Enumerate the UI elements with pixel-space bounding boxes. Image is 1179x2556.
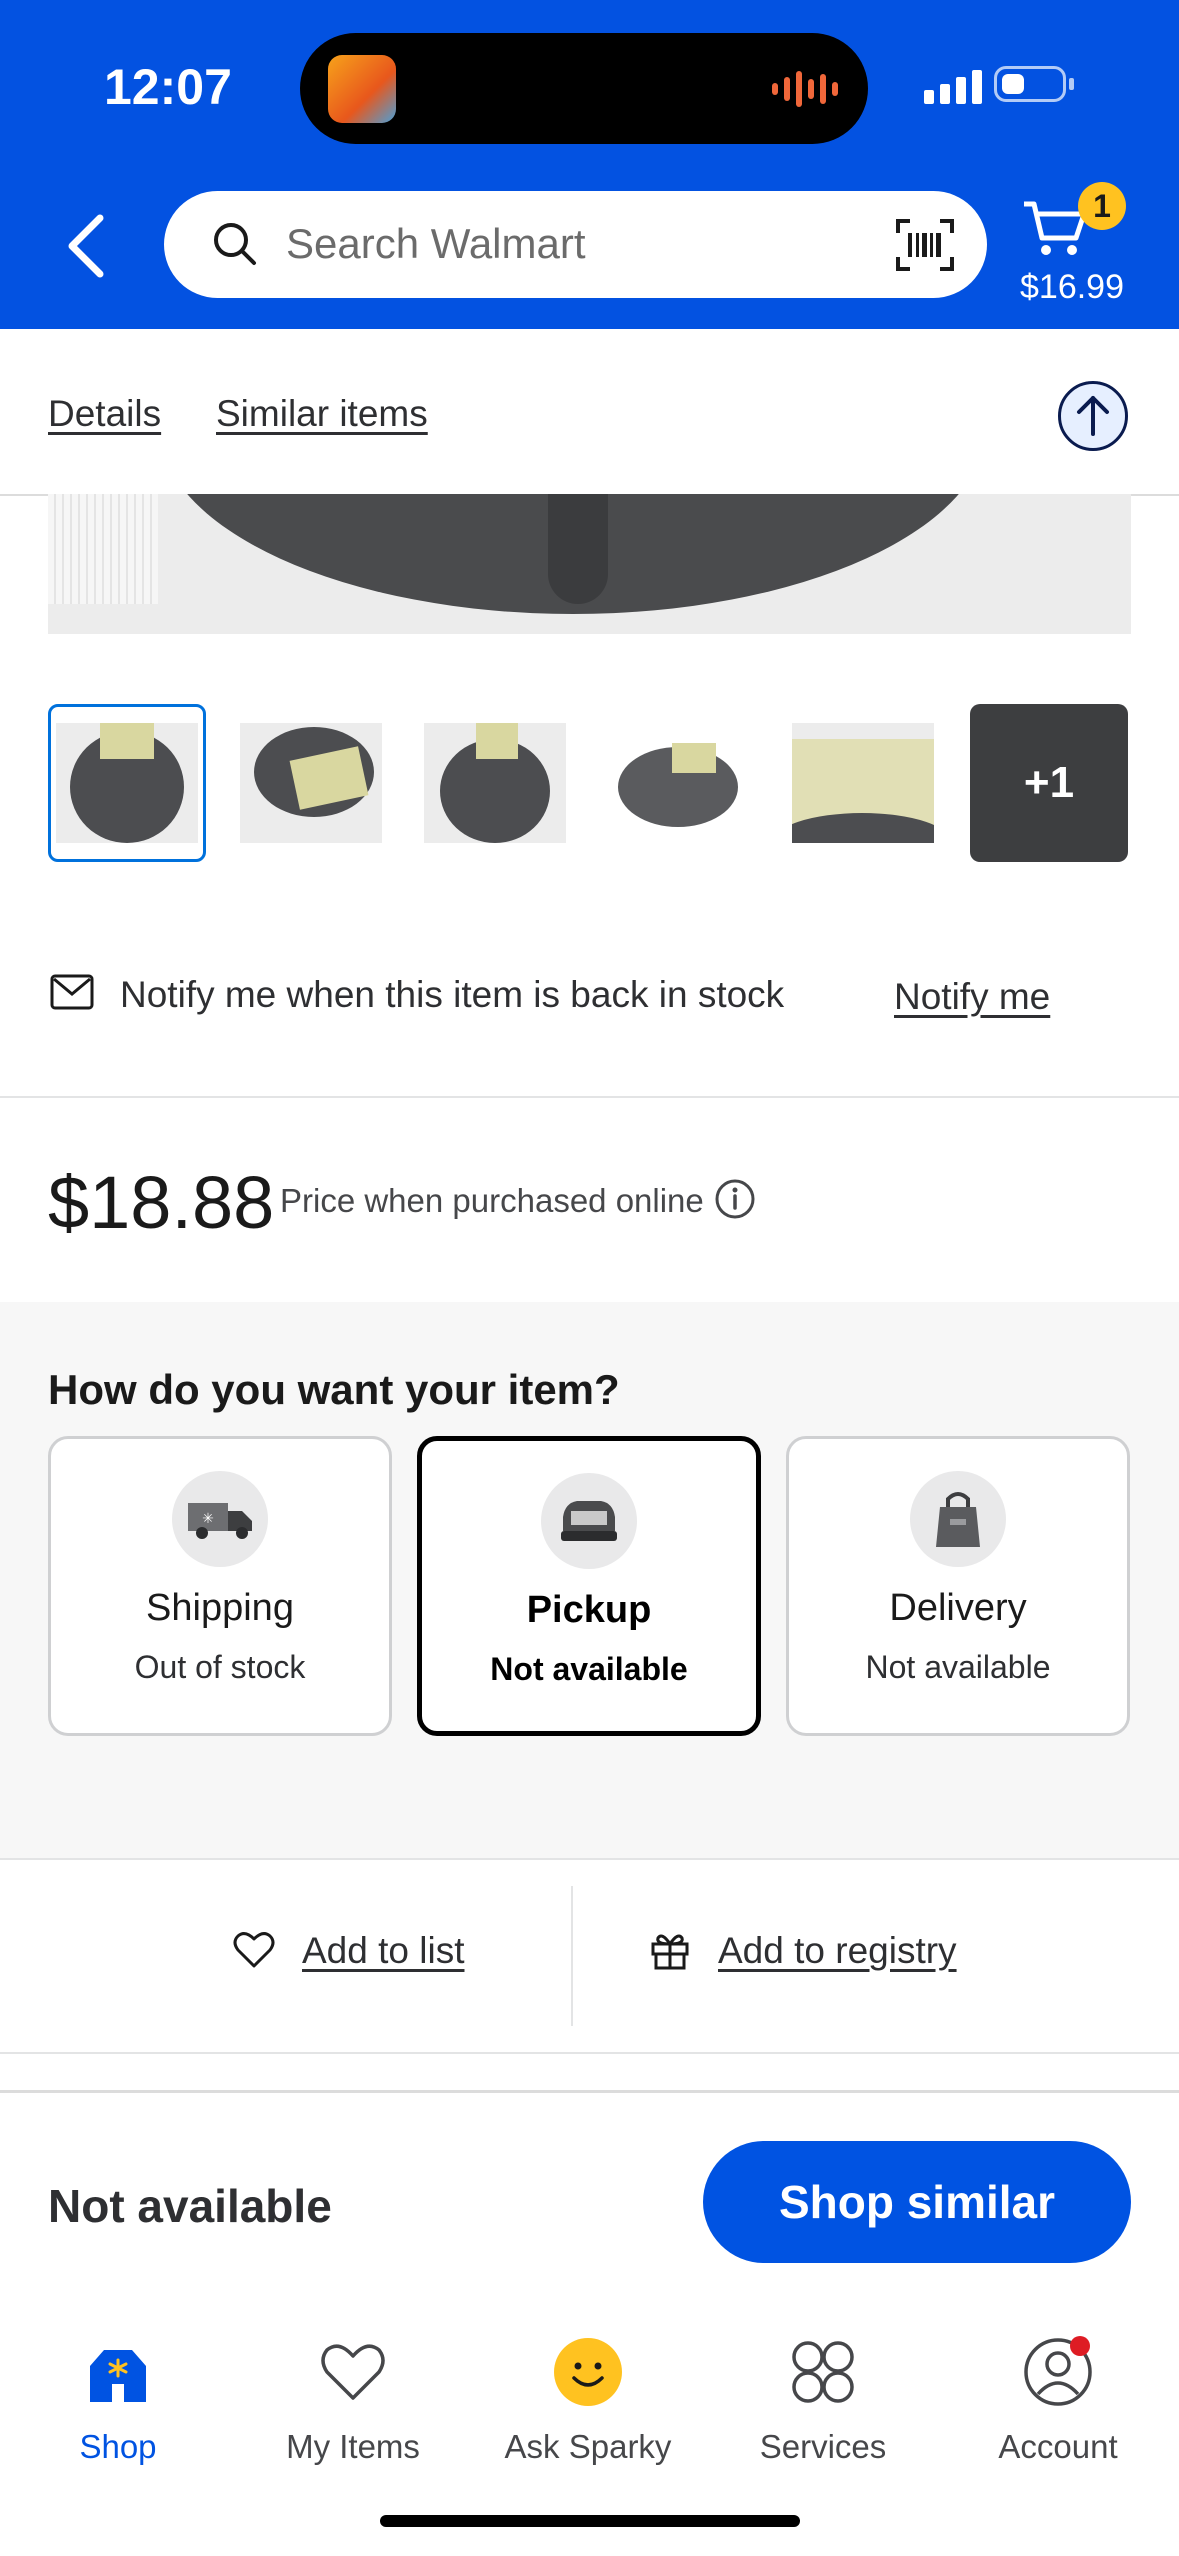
- signal-icon: [924, 68, 982, 104]
- details-link[interactable]: Details: [48, 393, 161, 435]
- tab-label: Shop: [79, 2428, 157, 2465]
- battery-icon: [994, 66, 1066, 102]
- tab-account[interactable]: Account: [958, 2336, 1158, 2476]
- status-time: 12:07: [104, 59, 232, 115]
- home-indicator: [380, 2515, 800, 2527]
- similar-items-link[interactable]: Similar items: [216, 393, 428, 435]
- info-icon[interactable]: [714, 1178, 756, 1220]
- search-icon: [214, 223, 256, 265]
- dynamic-island: [300, 33, 868, 144]
- chevron-left-icon: [68, 214, 104, 278]
- notify-me-link[interactable]: Notify me: [894, 976, 1050, 1018]
- tab-label: Account: [998, 2428, 1118, 2465]
- add-to-registry-label: Add to registry: [718, 1930, 957, 1971]
- now-playing-artwork: [328, 55, 396, 123]
- add-to-registry-button[interactable]: Add to registry: [648, 1928, 1008, 1988]
- back-button[interactable]: [60, 208, 120, 284]
- tab-label: Services: [759, 2428, 887, 2465]
- thumbnail[interactable]: [784, 704, 942, 862]
- shop-icon: [90, 2350, 146, 2402]
- account-icon: [1024, 2336, 1092, 2406]
- fulfillment-heading: How do you want your item?: [48, 1366, 620, 1413]
- option-title: Pickup: [526, 1589, 652, 1631]
- battery-tip: [1069, 78, 1074, 90]
- product-image[interactable]: [48, 494, 1131, 634]
- services-icon: [792, 2341, 854, 2403]
- sticky-purchase-bar: Not available Shop similar: [0, 2090, 1179, 2311]
- arrow-up-icon: [1077, 396, 1109, 436]
- option-title: Shipping: [146, 1587, 294, 1629]
- notify-message: Notify me when this item is back in stoc…: [120, 974, 785, 1015]
- option-title: Delivery: [889, 1587, 1027, 1629]
- barcode-scan-icon[interactable]: [894, 217, 956, 273]
- shop-similar-button[interactable]: Shop similar: [703, 2141, 1131, 2263]
- app-header: 12:07 1 $16.99: [0, 0, 1179, 329]
- thumbnail[interactable]: [232, 704, 390, 862]
- search-bar[interactable]: [164, 191, 987, 298]
- divider: [571, 1886, 573, 2026]
- price-note: Price when purchased online: [280, 1182, 704, 1219]
- audio-wave-icon: [772, 69, 838, 109]
- more-images-thumbnail[interactable]: +1: [970, 704, 1128, 862]
- cart-button[interactable]: 1 $16.99: [1020, 180, 1140, 310]
- truck-icon: ✳: [172, 1471, 268, 1567]
- section-nav: Details Similar items: [0, 329, 1179, 496]
- availability-status: Not available: [48, 2180, 332, 2232]
- tab-services[interactable]: Services: [723, 2336, 923, 2476]
- cart-total: $16.99: [1020, 268, 1124, 306]
- thumbnail[interactable]: [600, 704, 758, 862]
- option-status: Out of stock: [134, 1649, 306, 1685]
- pickup-option[interactable]: Pickup Not available: [417, 1436, 761, 1736]
- add-to-list-label: Add to list: [302, 1930, 465, 1971]
- tab-label: Ask Sparky: [504, 2428, 672, 2465]
- tab-shop[interactable]: Shop: [18, 2336, 218, 2476]
- search-input[interactable]: [286, 213, 826, 275]
- back-in-stock-row: Notify me when this item is back in stoc…: [0, 940, 1179, 1050]
- shipping-option[interactable]: ✳ Shipping Out of stock: [48, 1436, 392, 1736]
- price: $18.88: [48, 1161, 275, 1244]
- heart-icon: [233, 1932, 275, 1968]
- car-icon: [541, 1473, 637, 1569]
- sparky-icon: [554, 2338, 622, 2406]
- gift-icon: [651, 1934, 689, 1970]
- option-status: Not available: [865, 1649, 1051, 1685]
- tab-label: My Items: [286, 2428, 420, 2465]
- tab-ask-sparky[interactable]: Ask Sparky: [488, 2336, 688, 2476]
- delivery-option[interactable]: Delivery Not available: [786, 1436, 1130, 1736]
- option-status: Not available: [490, 1651, 688, 1687]
- divider: [0, 1096, 1179, 1098]
- svg-text:✳: ✳: [202, 1511, 214, 1527]
- heart-icon: [321, 2344, 385, 2400]
- add-to-list-button[interactable]: Add to list: [232, 1928, 532, 1988]
- list-actions: Add to list Add to registry: [0, 1858, 1179, 2054]
- fulfillment-section: How do you want your item? ✳ Shipping Ou…: [0, 1302, 1179, 1860]
- more-images-count: +1: [1023, 758, 1075, 807]
- tab-my-items[interactable]: My Items: [253, 2336, 453, 2476]
- cart-count-badge: 1: [1078, 182, 1126, 230]
- mail-icon: [50, 974, 94, 1010]
- thumbnail[interactable]: [48, 704, 206, 862]
- bag-icon: [910, 1471, 1006, 1567]
- thumbnail[interactable]: [416, 704, 574, 862]
- scroll-to-top-button[interactable]: [1058, 381, 1128, 451]
